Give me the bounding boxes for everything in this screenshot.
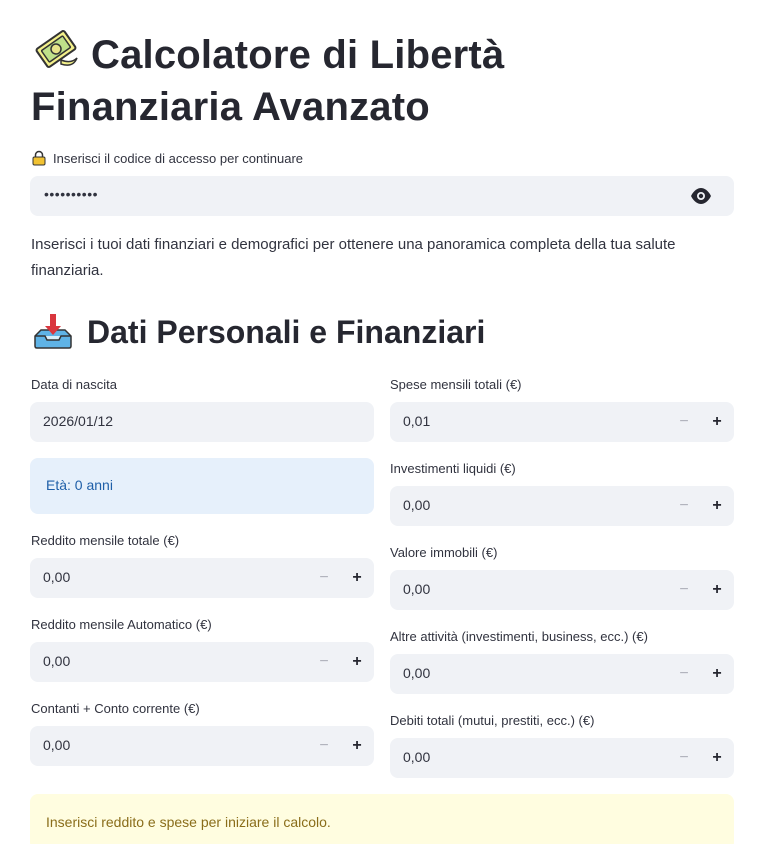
expenses-decrement-button[interactable]: − [672, 410, 696, 434]
liquid-investments-increment-button[interactable]: + [705, 494, 729, 518]
title-line-1: Calcolatore di Libertà [91, 33, 505, 77]
warning-box: Inserisci reddito e spese per iniziare i… [30, 794, 734, 844]
liquid-investments-value: 0,00 [403, 497, 431, 513]
cash-increment-button[interactable]: + [345, 734, 369, 758]
cash-decrement-button[interactable]: − [312, 734, 336, 758]
other-assets-value: 0,00 [403, 665, 431, 681]
access-code-label-text: Inserisci il codice di accesso per conti… [53, 150, 304, 166]
income-input[interactable]: 0,00 − + [30, 558, 374, 598]
birth-date-value: 2026/01/12 [43, 413, 114, 429]
other-assets-increment-button[interactable]: + [705, 662, 729, 686]
other-assets-label: Altre attività (investimenti, business, … [390, 629, 648, 644]
real-estate-input[interactable]: 0,00 − + [390, 570, 734, 610]
liquid-investments-decrement-button[interactable]: − [672, 494, 696, 518]
income-value: 0,00 [43, 569, 71, 585]
birth-date-input[interactable]: 2026/01/12 [30, 402, 374, 442]
eye-icon[interactable] [690, 187, 712, 205]
real-estate-value: 0,00 [403, 581, 431, 597]
lock-icon [32, 150, 46, 166]
intro-text: Inserisci i tuoi dati finanziari e demog… [31, 236, 676, 279]
expenses-input[interactable]: 0,01 − + [390, 402, 734, 442]
other-assets-decrement-button[interactable]: − [672, 662, 696, 686]
real-estate-decrement-button[interactable]: − [672, 578, 696, 602]
inbox-tray-icon [34, 314, 72, 349]
liquid-investments-input[interactable]: 0,00 − + [390, 486, 734, 526]
cash-value: 0,00 [43, 737, 71, 753]
real-estate-label: Valore immobili (€) [390, 545, 498, 560]
auto-income-label: Reddito mensile Automatico (€) [31, 617, 212, 632]
total-debt-input[interactable]: 0,00 − + [390, 738, 734, 778]
money-with-wings-icon [35, 30, 78, 68]
access-code-input[interactable]: •••••••••• [30, 176, 734, 216]
auto-income-increment-button[interactable]: + [345, 650, 369, 674]
warning-text: Inserisci reddito e spese per iniziare i… [46, 814, 331, 830]
income-label: Reddito mensile totale (€) [31, 533, 180, 548]
cash-input[interactable]: 0,00 − + [30, 726, 374, 766]
access-code-label: Inserisci il codice di accesso per conti… [31, 150, 303, 166]
section-title: Dati Personali e Finanziari [31, 312, 485, 352]
birth-date-label: Data di nascita [31, 377, 117, 392]
page-title: Calcolatore di Libertà Finanziaria Avanz… [31, 24, 631, 133]
age-info-box: Età: 0 anni [30, 458, 374, 514]
income-increment-button[interactable]: + [345, 566, 369, 590]
auto-income-decrement-button[interactable]: − [312, 650, 336, 674]
title-line-2: Finanziaria Avanzato [31, 85, 430, 129]
total-debt-label: Debiti totali (mutui, prestiti, ecc.) (€… [390, 713, 595, 728]
total-debt-decrement-button[interactable]: − [672, 746, 696, 770]
section-title-text: Dati Personali e Finanziari [87, 313, 486, 350]
expenses-label: Spese mensili totali (€) [390, 377, 522, 392]
expenses-increment-button[interactable]: + [705, 410, 729, 434]
cash-label: Contanti + Conto corrente (€) [31, 701, 200, 716]
real-estate-increment-button[interactable]: + [705, 578, 729, 602]
total-debt-increment-button[interactable]: + [705, 746, 729, 770]
income-decrement-button[interactable]: − [312, 566, 336, 590]
access-code-value: •••••••••• [44, 186, 99, 202]
age-info-text: Età: 0 anni [46, 477, 113, 493]
auto-income-value: 0,00 [43, 653, 71, 669]
liquid-investments-label: Investimenti liquidi (€) [390, 461, 516, 476]
other-assets-input[interactable]: 0,00 − + [390, 654, 734, 694]
expenses-value: 0,01 [403, 413, 431, 429]
total-debt-value: 0,00 [403, 749, 431, 765]
auto-income-input[interactable]: 0,00 − + [30, 642, 374, 682]
